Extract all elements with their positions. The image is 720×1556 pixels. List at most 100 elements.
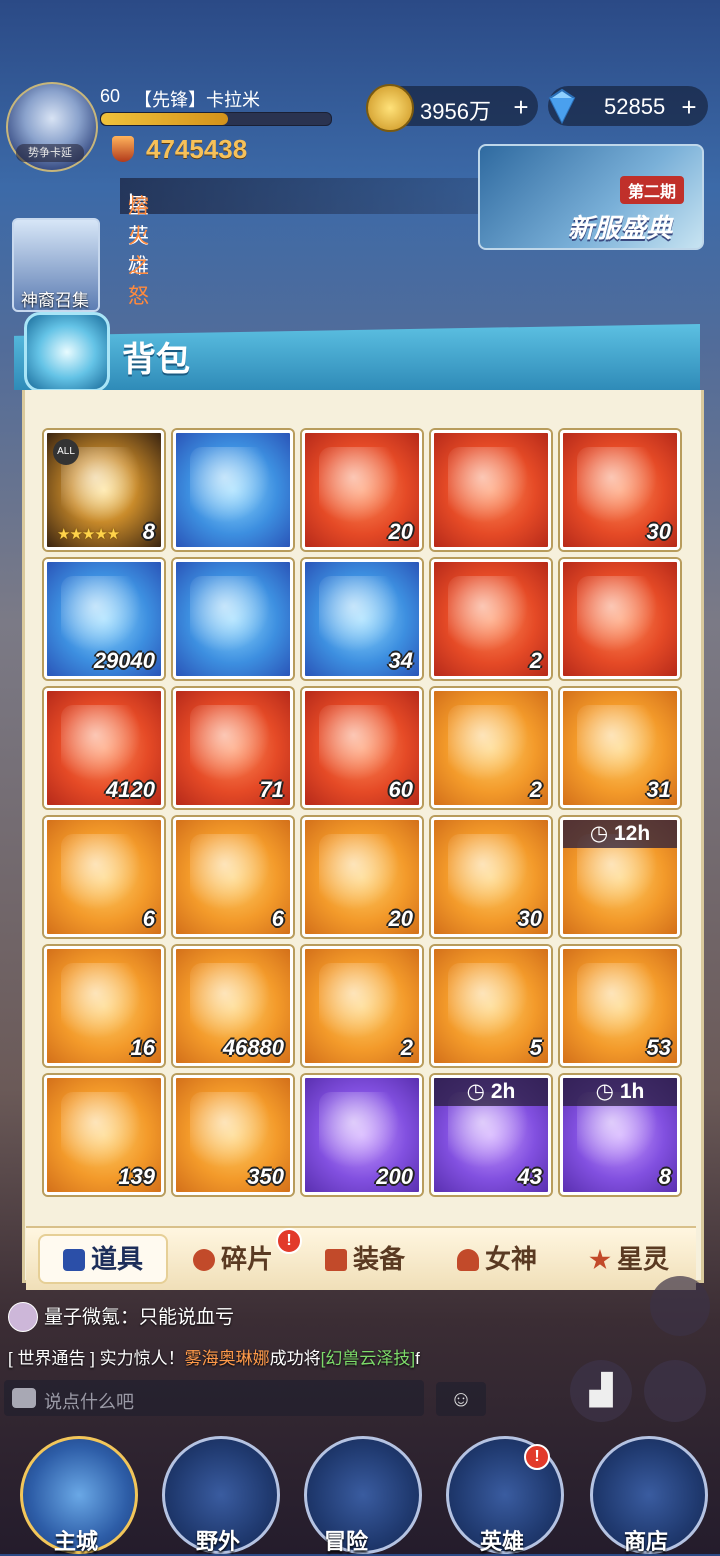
item-timer: ◷ 12h xyxy=(563,820,677,848)
item-slot[interactable]: 53 xyxy=(560,946,680,1066)
item-slot[interactable]: 2 xyxy=(431,688,551,808)
items-icon xyxy=(62,1249,85,1271)
bag-title: 背包 xyxy=(122,341,190,379)
item-slot[interactable] xyxy=(431,430,551,550)
chat-placeholder: 说点什么吧 xyxy=(44,1392,134,1412)
item-slot[interactable]: 2 xyxy=(302,946,422,1066)
avatar-tag: 势争卡延 xyxy=(16,144,84,162)
item-slot[interactable]: 6 xyxy=(173,817,293,937)
item-count: 4120 xyxy=(106,777,155,802)
add-gem-button[interactable]: + xyxy=(678,94,700,120)
item-slot[interactable]: 6 xyxy=(44,817,164,937)
item-count: 2 xyxy=(529,777,542,802)
friends-icon[interactable] xyxy=(650,1276,710,1336)
tab-equipment[interactable]: 装备 xyxy=(302,1236,428,1282)
tab-goddess[interactable]: 女神 xyxy=(434,1236,560,1282)
gold-coin-icon xyxy=(366,84,414,132)
chat-input[interactable]: 说点什么吧 xyxy=(4,1380,424,1416)
event-title: 新服盛典 xyxy=(568,213,673,243)
item-icon xyxy=(61,834,147,920)
power-icon xyxy=(112,136,134,162)
item-count: 2 xyxy=(529,648,542,673)
item-slot[interactable]: 31 xyxy=(560,688,680,808)
chat-message: 量子微氪：只能说血亏 xyxy=(44,1307,235,1328)
ranking-icon[interactable]: ▟ xyxy=(570,1360,632,1422)
heroes-alert-badge: ! xyxy=(524,1444,550,1470)
tab-items[interactable]: 道具 xyxy=(40,1236,166,1282)
item-count: 5 xyxy=(529,1035,542,1060)
summon-label: 神裔召集 xyxy=(21,291,89,310)
nav-label-heroes: 英雄 xyxy=(479,1529,524,1554)
announce-item: [幻兽云泽技] xyxy=(320,1349,416,1368)
item-count: 2 xyxy=(400,1035,413,1060)
item-count: 350 xyxy=(247,1164,284,1189)
star-icon xyxy=(589,1249,611,1270)
item-count: 30 xyxy=(517,906,542,931)
item-count: 20 xyxy=(388,519,413,544)
bag-header xyxy=(14,324,700,390)
item-icon xyxy=(190,834,276,920)
item-slot[interactable]: 46880 xyxy=(173,946,293,1066)
chat-bubble-icon xyxy=(12,1388,36,1408)
item-slot[interactable]: 2 xyxy=(431,559,551,679)
add-gold-button[interactable]: + xyxy=(510,94,532,120)
tab-spirits[interactable]: 星灵 xyxy=(566,1236,692,1282)
item-count: 31 xyxy=(646,777,671,802)
item-slot[interactable]: 5 xyxy=(431,946,551,1066)
item-count: 20 xyxy=(388,906,413,931)
tab-label: 星灵 xyxy=(616,1244,669,1274)
item-slot[interactable]: 4120 xyxy=(44,688,164,808)
goddess-icon xyxy=(456,1249,479,1271)
item-count: 139 xyxy=(118,1164,155,1189)
scroll-notice: 星英雄 熔火之怒! xyxy=(120,178,480,308)
event-badge: 第二期 xyxy=(620,176,685,204)
item-icon xyxy=(448,963,534,1049)
world-announcement: [ 世界通告 ] 实力惊人！雾海奥琳娜成功将[幻兽云泽技]f xyxy=(8,1344,420,1369)
item-slot[interactable]: 60 xyxy=(302,688,422,808)
item-slot[interactable] xyxy=(173,559,293,679)
item-count: 43 xyxy=(517,1164,542,1189)
notice-suffix: ! xyxy=(128,190,134,213)
item-icon xyxy=(448,705,534,791)
nav-label-shop: 商店 xyxy=(623,1529,668,1554)
item-count: 30 xyxy=(646,519,671,544)
item-slot[interactable]: 139 xyxy=(44,1075,164,1195)
item-slot[interactable]: 16 xyxy=(44,946,164,1066)
announce-player: 雾海奥琳娜 xyxy=(184,1349,270,1368)
item-timer: ◷ 1h xyxy=(563,1078,677,1106)
nav-label-wild: 野外 xyxy=(195,1529,240,1554)
item-slot[interactable]: 29040 xyxy=(44,559,164,679)
item-count: 34 xyxy=(388,648,413,673)
item-slot[interactable]: 34 xyxy=(302,559,422,679)
item-slot[interactable]: 200 xyxy=(302,1075,422,1195)
item-slot[interactable]: 30 xyxy=(431,817,551,937)
treasure-icon[interactable] xyxy=(644,1360,706,1422)
xp-bar xyxy=(100,112,332,126)
item-slot[interactable] xyxy=(173,430,293,550)
player-name: 【先锋】卡拉米 xyxy=(134,90,260,110)
announce-suffix: f xyxy=(415,1349,420,1368)
item-count: 46880 xyxy=(222,1035,284,1060)
combat-power: 4745438 xyxy=(146,134,248,164)
item-icon xyxy=(190,447,276,533)
emoji-icon[interactable]: ☺ xyxy=(436,1382,486,1416)
item-slot[interactable]: ALL ★★★★★ 8 xyxy=(44,430,164,550)
item-slot[interactable]: 71 xyxy=(173,688,293,808)
item-slot[interactable]: 30 xyxy=(560,430,680,550)
item-slot[interactable]: 20 xyxy=(302,817,422,937)
item-slot[interactable] xyxy=(560,559,680,679)
item-slot[interactable]: 350 xyxy=(173,1075,293,1195)
item-icon xyxy=(319,963,405,1049)
tab-label: 女神 xyxy=(484,1244,537,1274)
item-count: 29040 xyxy=(93,648,155,673)
tab-label: 碎片 xyxy=(220,1244,273,1274)
nav-label-main-city: 主城 xyxy=(53,1529,98,1554)
item-slot[interactable]: ◷ 12h xyxy=(560,817,680,937)
announce-prefix: [ 世界通告 ] 实力惊人！ xyxy=(8,1349,185,1368)
item-slot[interactable]: ◷ 1h 8 xyxy=(560,1075,680,1195)
item-slot[interactable]: ◷ 2h 43 xyxy=(431,1075,551,1195)
item-count: 8 xyxy=(142,519,155,544)
item-slot[interactable]: 20 xyxy=(302,430,422,550)
tab-label: 道具 xyxy=(90,1244,143,1274)
fragments-alert-badge: ! xyxy=(276,1228,302,1254)
